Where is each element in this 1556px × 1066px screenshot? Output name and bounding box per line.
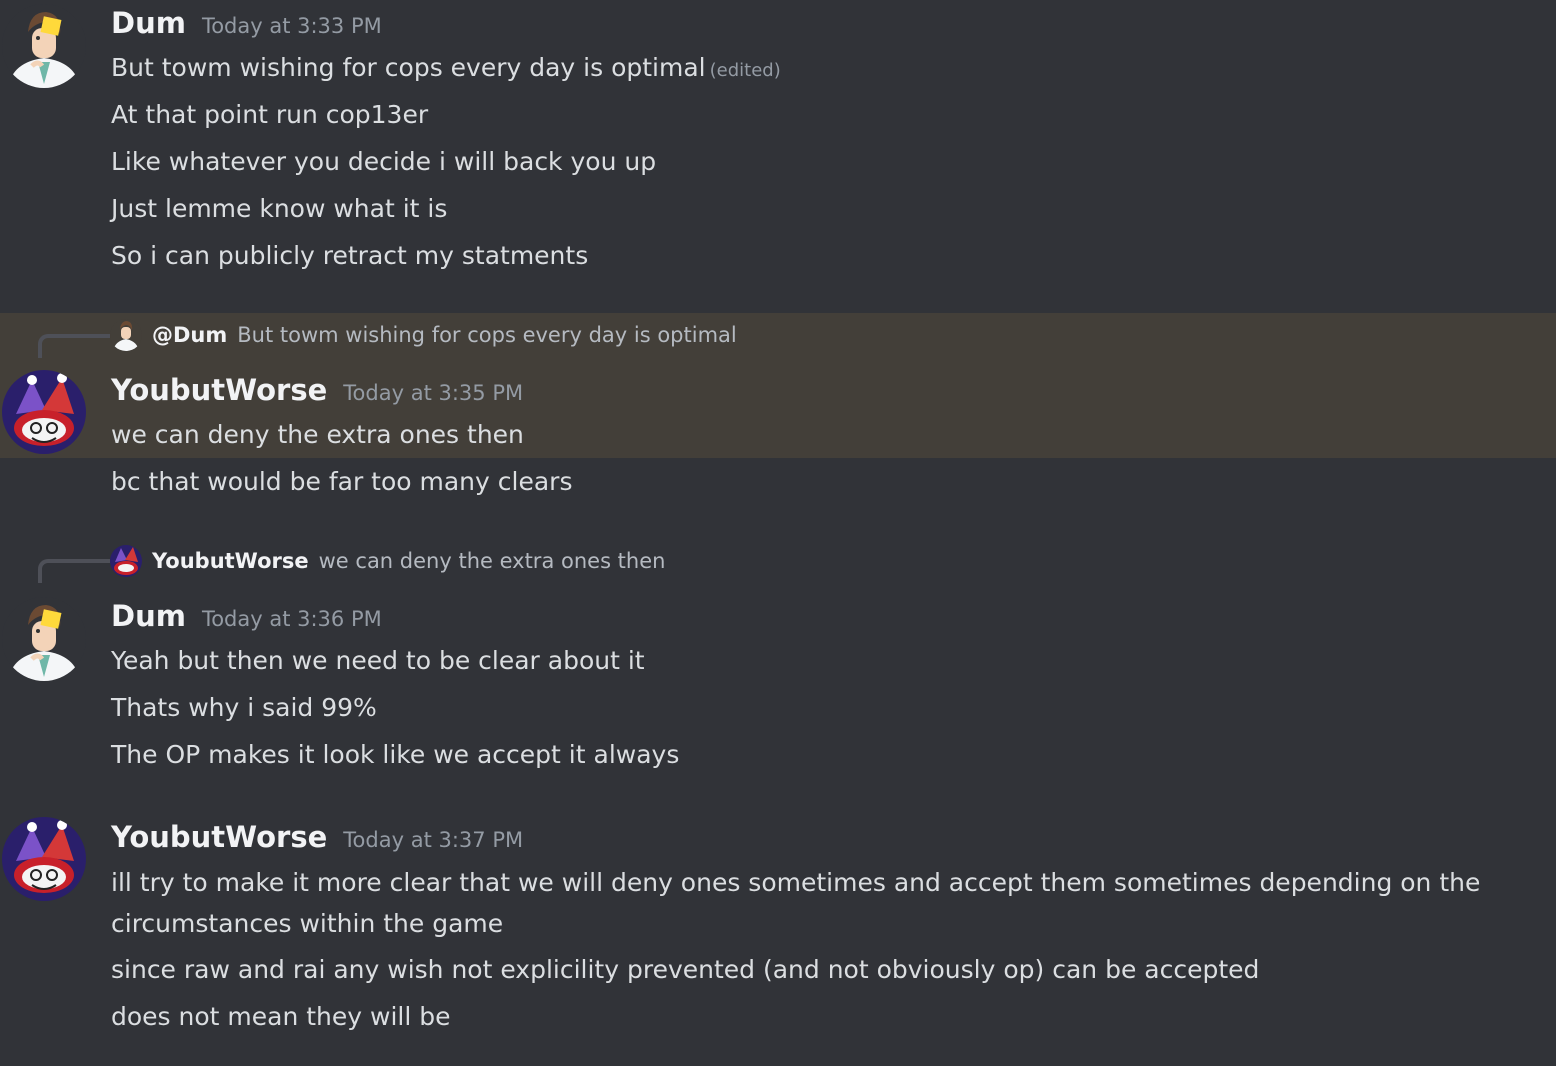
username[interactable]: YoubutWorse: [111, 820, 327, 854]
message-header: YoubutWorse Today at 3:35 PM: [111, 373, 523, 413]
message-header: Dum Today at 3:33 PM: [111, 6, 382, 46]
reply-preview[interactable]: YoubutWorse we can deny the extra ones t…: [110, 543, 665, 579]
reply-text[interactable]: But towm wishing for cops every day is o…: [237, 323, 736, 347]
message-text: ill try to make it more clear that we wi…: [111, 868, 1481, 938]
username[interactable]: Dum: [111, 6, 186, 40]
doctor-avatar-icon[interactable]: [2, 597, 86, 681]
message-text: since raw and rai any wish not explicili…: [111, 955, 1260, 984]
message-line: But towm wishing for cops every day is o…: [111, 53, 706, 82]
message-text: At that point run cop13er: [111, 100, 429, 129]
chat-log: Dum Today at 3:33 PM But towm wishing for…: [0, 0, 1556, 1066]
jester-avatar-icon[interactable]: [2, 370, 86, 454]
message-text: Thats why i said 99%: [111, 693, 377, 722]
message-header: Dum Today at 3:36 PM: [111, 599, 382, 639]
timestamp[interactable]: Today at 3:37 PM: [343, 828, 523, 852]
timestamp[interactable]: Today at 3:35 PM: [343, 381, 523, 405]
reply-text[interactable]: we can deny the extra ones then: [319, 549, 666, 573]
username[interactable]: YoubutWorse: [111, 373, 327, 407]
reply-spine: [38, 334, 110, 358]
message-text: Yeah but then we need to be clear about …: [111, 646, 645, 675]
timestamp[interactable]: Today at 3:33 PM: [202, 14, 382, 38]
jester-avatar-icon[interactable]: [2, 817, 86, 901]
message-text: But towm wishing for cops every day is o…: [111, 48, 781, 91]
doctor-avatar-icon: [110, 319, 142, 351]
reply-spine: [38, 559, 110, 583]
edited-label: (edited): [709, 60, 781, 81]
message-text: we can deny the extra ones then: [111, 420, 524, 449]
jester-avatar-icon: [110, 545, 142, 577]
reply-author[interactable]: @Dum: [152, 323, 227, 347]
reply-author[interactable]: YoubutWorse: [152, 549, 309, 573]
message-text: The OP makes it look like we accept it a…: [111, 740, 680, 769]
doctor-avatar-icon[interactable]: [2, 4, 86, 88]
message-text: Like whatever you decide i will back you…: [111, 147, 657, 176]
message-header: YoubutWorse Today at 3:37 PM: [111, 820, 523, 860]
message-text: does not mean they will be: [111, 1002, 451, 1031]
timestamp[interactable]: Today at 3:36 PM: [202, 607, 382, 631]
username[interactable]: Dum: [111, 599, 186, 633]
message-text: Just lemme know what it is: [111, 194, 448, 223]
message-text: bc that would be far too many clears: [111, 467, 573, 496]
reply-preview[interactable]: @Dum But towm wishing for cops every day…: [110, 317, 737, 353]
message-text: So i can publicly retract my statments: [111, 241, 589, 270]
